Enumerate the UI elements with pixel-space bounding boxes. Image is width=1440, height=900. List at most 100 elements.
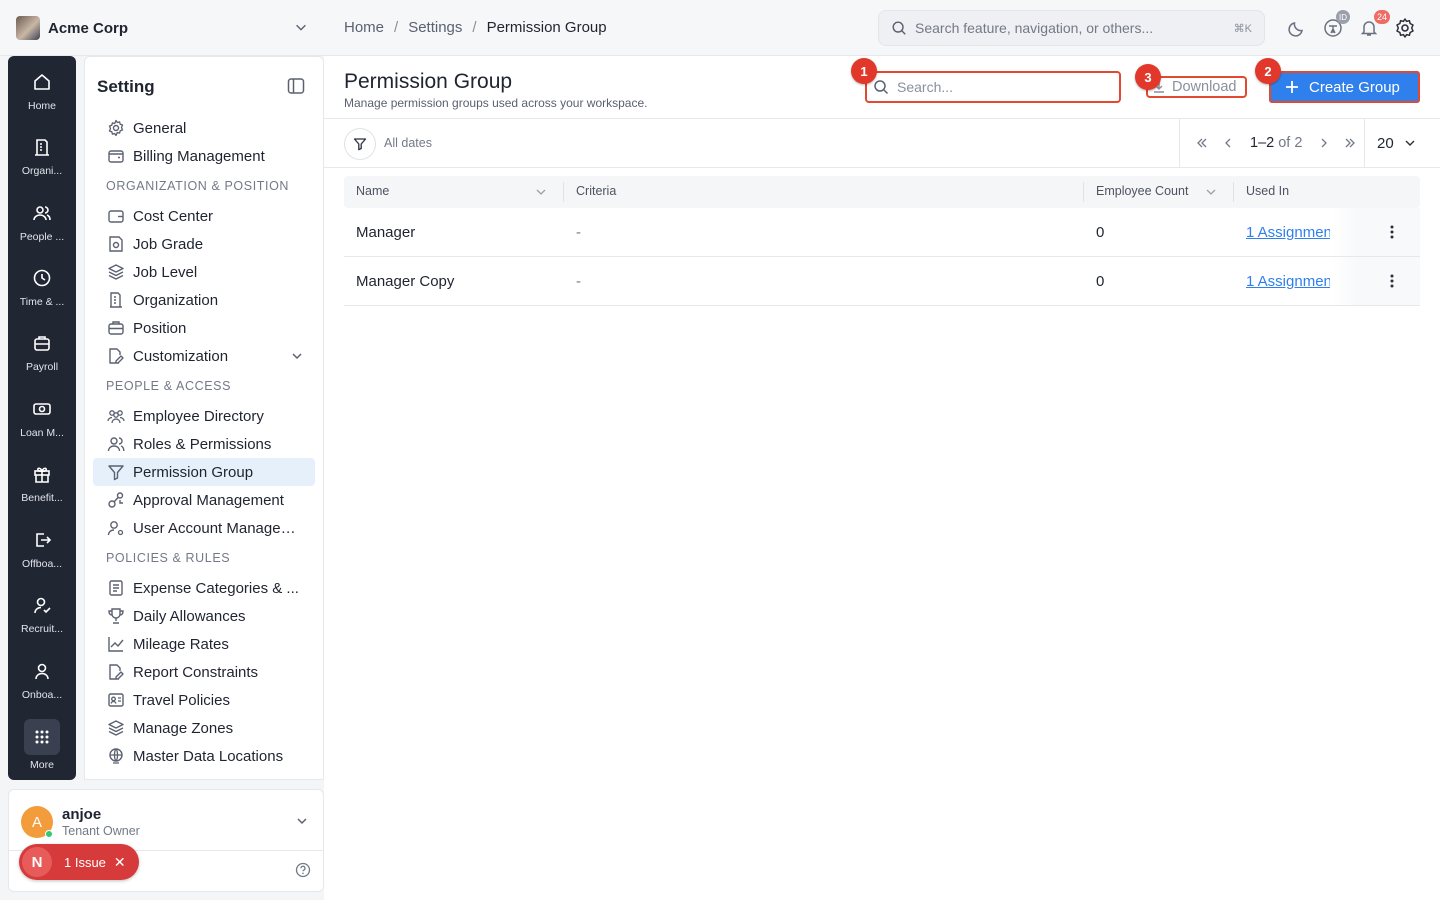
column-header-name[interactable]: Name [356,184,389,198]
prev-page-icon[interactable] [1220,135,1236,151]
rail-item-offboarding[interactable]: Offboa... [8,530,76,570]
column-header-criteria[interactable]: Criteria [576,184,616,198]
more-button[interactable] [24,719,60,755]
sidebar-item-organization[interactable]: Organization [93,286,315,314]
sidebar-item-label: Manage Zones [133,719,234,737]
sidebar-item-master-data-locations[interactable]: Master Data Locations [93,742,315,770]
sidebar-item-label: Approval Management [133,491,284,509]
pagination: 1–2 of 2 [1179,119,1365,167]
sidebar-item-label: Report Constraints [133,663,259,681]
workflow-icon [108,492,124,508]
sidebar-item-report-constraints[interactable]: Report Constraints [93,658,315,686]
sidebar-item-user-account-management[interactable]: User Account Managem... [93,514,315,542]
more-actions-icon[interactable] [1384,222,1400,242]
global-search[interactable]: Search feature, navigation, or others...… [878,10,1265,46]
grid-icon [35,730,49,744]
rail-item-label: Home [27,100,56,112]
sidebar-item-customization[interactable]: Customization [93,342,315,370]
sidebar-toggle-icon[interactable] [287,77,305,95]
sidebar-item-label: General [133,119,187,137]
org-switcher[interactable]: Acme Corp [16,16,308,40]
cell-used-in-link[interactable]: 1 Assignment [1246,273,1330,290]
rail-item-more[interactable]: More [8,719,76,771]
sidebar-item-approval-management[interactable]: Approval Management [93,486,315,514]
page-subtitle: Manage permission groups used across you… [344,96,648,110]
permission-group-table: Name Criteria Employee Count Used In Man… [344,176,1420,306]
profile-badge: ID [1336,10,1350,24]
chevron-down-icon[interactable] [295,814,309,828]
page-range-value: 1–2 [1250,135,1275,151]
rail-item-loan[interactable]: Loan M... [8,399,76,439]
sidebar-item-cost-center[interactable]: Cost Center [93,202,315,230]
rail-item-label: Recruit... [20,623,63,635]
date-filter-label[interactable]: All dates [384,136,432,150]
rail-item-onboarding[interactable]: Onboa... [8,661,76,701]
document-edit-icon [109,348,124,364]
sidebar-item-job-grade[interactable]: Job Grade [93,230,315,258]
sidebar-item-expense-categories[interactable]: Expense Categories & ... [93,574,315,602]
sidebar-item-general[interactable]: General [93,114,315,142]
rail-item-organization[interactable]: Organi... [8,137,76,177]
sidebar-item-permission-group[interactable]: Permission Group [93,458,315,486]
rail-item-payroll[interactable]: Payroll [8,333,76,373]
issue-indicator[interactable]: N 1 Issue ✕ [19,844,139,880]
sidebar-item-job-level[interactable]: Job Level [93,258,315,286]
sidebar-item-roles-permissions[interactable]: Roles & Permissions [93,430,315,458]
sidebar-item-travel-policies[interactable]: Travel Policies [93,686,315,714]
sidebar-item-label: Permission Group [133,463,254,481]
column-divider [563,182,564,202]
filter-toolbar: All dates 1–2 of 2 20 [324,118,1440,168]
cell-name: Manager Copy [356,273,455,290]
section-heading: ORGANIZATION & POSITION [106,179,290,193]
gift-icon [34,467,50,483]
table-row[interactable]: Manager Copy - 0 1 Assignment [344,257,1420,306]
rail-item-recruitment[interactable]: Recruit... [8,595,76,635]
chevron-down-icon [1405,140,1415,146]
table-row[interactable]: Manager - 0 1 Assignment [344,208,1420,257]
breadcrumb-current: Permission Group [486,19,607,36]
next-page-icon[interactable] [1316,135,1332,151]
close-icon[interactable]: ✕ [114,854,126,871]
rail-item-home[interactable]: Home [8,72,76,112]
filter-button[interactable] [344,128,376,160]
help-icon[interactable] [295,862,311,878]
settings-button[interactable] [1394,14,1416,42]
sidebar-item-mileage-rates[interactable]: Mileage Rates [93,630,315,658]
rail-item-benefits[interactable]: Benefit... [8,464,76,504]
cell-employee-count: 0 [1096,273,1105,290]
id-card-icon [108,693,124,707]
more-actions-icon[interactable] [1384,271,1400,291]
section-heading: PEOPLE & ACCESS [106,379,232,393]
sort-chevron-icon[interactable] [535,186,547,198]
breadcrumb-settings[interactable]: Settings [408,19,462,36]
user-name: anjoe [62,806,102,823]
accessibility-button[interactable]: ID [1322,10,1350,42]
page-size-select[interactable]: 20 [1364,119,1440,167]
column-header-used-in[interactable]: Used In [1246,184,1289,198]
first-page-icon[interactable] [1194,135,1210,151]
search-icon [892,21,906,35]
layers-icon [108,264,124,280]
notifications-button[interactable]: 24 [1358,10,1390,42]
breadcrumb-separator: / [472,19,477,36]
sidebar-item-label: Billing Management [133,147,265,165]
breadcrumb-home[interactable]: Home [344,19,384,36]
sidebar-item-billing[interactable]: Billing Management [93,142,315,170]
section-heading: POLICIES & RULES [106,551,231,565]
user-gear-icon [107,521,124,536]
sidebar-item-label: Mileage Rates [133,635,229,653]
issue-label: 1 Issue [64,854,106,870]
sidebar-item-daily-allowances[interactable]: Daily Allowances [93,602,315,630]
sidebar-item-label: Job Grade [133,235,204,253]
sidebar-item-manage-zones[interactable]: Manage Zones [93,714,315,742]
rail-item-time[interactable]: Time & ... [8,268,76,308]
last-page-icon[interactable] [1342,135,1358,151]
sidebar-item-employee-directory[interactable]: Employee Directory [93,402,315,430]
sidebar-item-position[interactable]: Position [93,314,315,342]
user-check-icon [34,597,51,614]
sort-chevron-icon[interactable] [1205,186,1217,198]
column-header-employee-count[interactable]: Employee Count [1096,184,1188,198]
cell-used-in-link[interactable]: 1 Assignment [1246,224,1330,241]
rail-item-people[interactable]: People ... [8,203,76,243]
theme-toggle-button[interactable] [1286,14,1308,42]
